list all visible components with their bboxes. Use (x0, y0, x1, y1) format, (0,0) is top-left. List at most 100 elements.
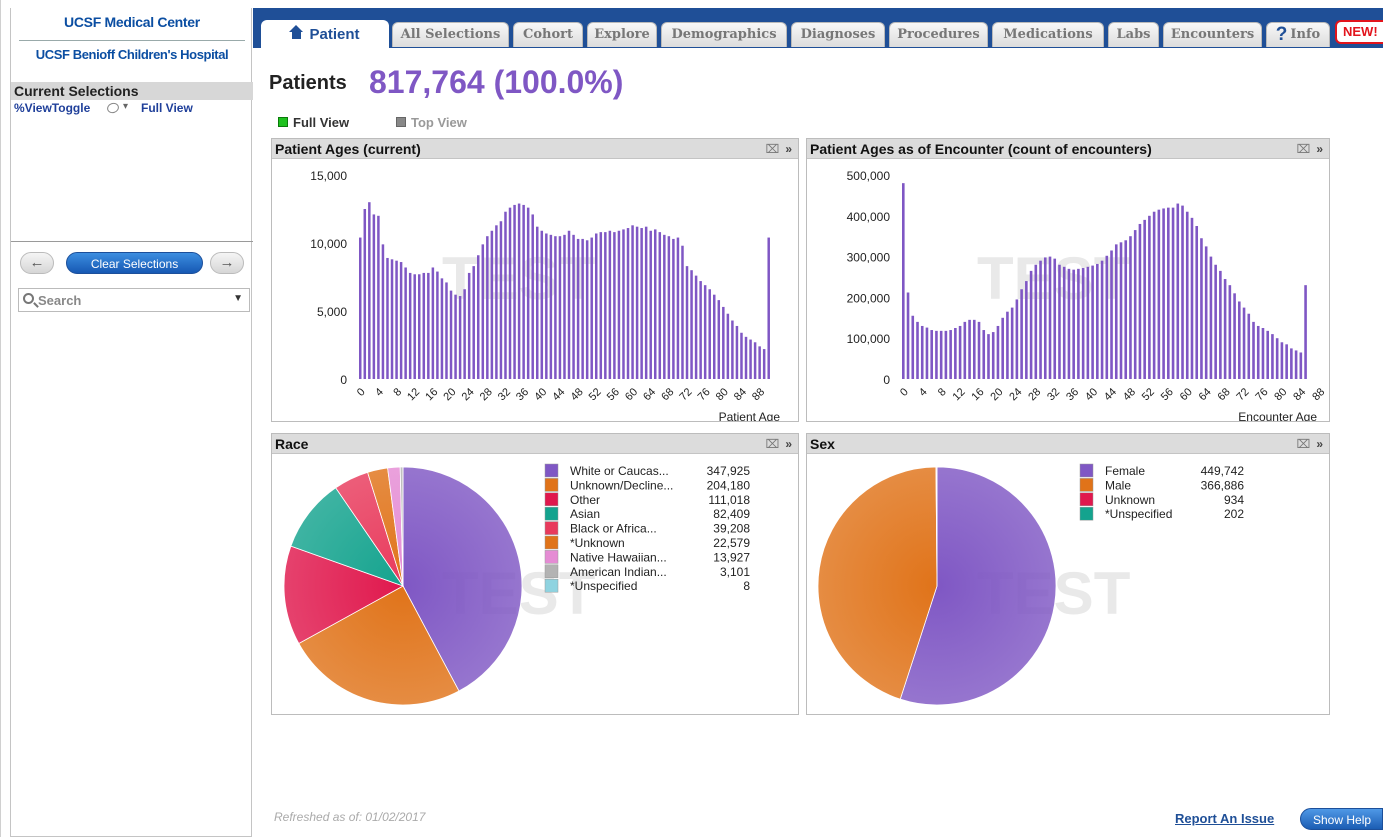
x-tick-label: 68 (1216, 386, 1233, 403)
tab-labs[interactable]: Labs (1108, 22, 1159, 47)
home-icon (289, 25, 304, 40)
full-view-toggle[interactable]: Full View (278, 115, 349, 130)
forward-button[interactable]: → (210, 252, 244, 274)
bar (1157, 209, 1161, 379)
top-view-toggle[interactable]: Top View (396, 115, 467, 130)
bar (458, 296, 462, 379)
chevron-down-icon[interactable]: ▾ (123, 101, 128, 112)
bar (436, 271, 439, 379)
legend-swatch (1079, 506, 1094, 521)
bar (1214, 264, 1217, 379)
legend-label: Asian (570, 507, 600, 521)
patient-ages-title-text: Patient Ages (current) (275, 141, 421, 157)
search-icon (23, 293, 34, 304)
legend-swatch (544, 521, 559, 535)
bar (1280, 342, 1284, 379)
bar (740, 332, 743, 379)
legend-label: *Unspecified (1105, 507, 1172, 521)
bar (372, 214, 376, 379)
new-badge[interactable]: NEW! (1335, 20, 1383, 44)
expand-icon[interactable]: » (785, 142, 792, 156)
legend-label: Unknown (1105, 493, 1155, 507)
tab-all-selections[interactable]: All Selections (392, 22, 509, 47)
expand-icon[interactable]: » (785, 437, 792, 451)
ucsf-medical-center-logo: UCSF Medical Center (64, 14, 200, 30)
encounter-ages-title: Patient Ages as of Encounter (count of e… (807, 139, 1329, 159)
report-issue-link[interactable]: Report An Issue (1175, 811, 1274, 826)
x-tick-label: 56 (605, 386, 622, 403)
tab-encounters[interactable]: Encounters (1163, 22, 1262, 47)
bar (902, 183, 905, 379)
bar (1006, 311, 1009, 379)
bar (676, 237, 680, 379)
x-tick-label: 8 (936, 386, 949, 399)
current-selections-box: %ViewToggle ▾ Full View (11, 100, 253, 242)
tab-procedures[interactable]: Procedures (889, 22, 988, 47)
bar (363, 209, 367, 379)
tab-cohort[interactable]: Cohort (513, 22, 583, 47)
legend-label: American Indian... (570, 565, 667, 579)
clear-filter-icon[interactable]: ⌧ (765, 142, 779, 156)
x-tick-label: 76 (696, 386, 713, 403)
expand-icon[interactable]: » (1316, 437, 1323, 451)
legend-swatch (544, 492, 559, 507)
legend-value: 13,927 (713, 550, 750, 564)
bar (654, 229, 657, 379)
dropdown-caret-icon[interactable]: ▼ (233, 293, 243, 304)
bar (920, 325, 924, 379)
bar (1062, 266, 1066, 379)
x-tick-label: 0 (355, 386, 368, 399)
x-axis-title: Encounter Age (1238, 410, 1317, 421)
app-window: UCSF Medical Center UCSF Benioff Childre… (0, 0, 1383, 837)
clear-filter-icon[interactable]: ⌧ (1296, 437, 1310, 451)
bar (649, 230, 652, 379)
x-tick-label: 24 (1007, 386, 1024, 403)
legend-value: 3,101 (720, 565, 750, 579)
bar (640, 228, 643, 379)
bar (499, 221, 503, 379)
eraser-icon[interactable] (105, 101, 121, 115)
bar (408, 272, 412, 379)
show-help-button[interactable]: Show Help (1300, 808, 1383, 830)
tab-info[interactable]: ? Info (1266, 22, 1330, 47)
bar (635, 226, 639, 379)
bar (699, 281, 702, 379)
expand-icon[interactable]: » (1316, 142, 1323, 156)
clear-filter-icon[interactable]: ⌧ (765, 437, 779, 451)
current-selections-header: Current Selections (11, 82, 253, 100)
bar (545, 233, 548, 379)
bar (1290, 348, 1293, 379)
tab-medications[interactable]: Medications (992, 22, 1104, 47)
x-tick-label: 88 (750, 386, 767, 403)
bar (1048, 256, 1052, 379)
bar (1043, 257, 1047, 379)
legend-value: 934 (1224, 493, 1244, 507)
full-view-selection[interactable]: Full View (141, 101, 193, 115)
bar (1025, 281, 1028, 379)
bar (663, 234, 666, 379)
sex-title: Sex ⌧» (807, 434, 1329, 454)
tab-explore[interactable]: Explore (587, 22, 657, 47)
bar (395, 260, 398, 379)
bar (1133, 230, 1137, 379)
back-button[interactable]: ← (20, 252, 54, 274)
bar (949, 330, 952, 379)
tab-diagnoses[interactable]: Diagnoses (791, 22, 885, 47)
x-tick-label: 8 (391, 386, 404, 399)
bar (1299, 352, 1303, 379)
search-input[interactable]: Search ▼ (18, 288, 250, 312)
legend-value: 347,925 (707, 464, 751, 478)
tab-patient[interactable]: Patient (261, 20, 389, 48)
clear-selections-button[interactable]: Clear Selections (66, 252, 203, 274)
bar (963, 321, 967, 379)
bar (731, 320, 734, 379)
legend-swatch (1079, 478, 1094, 492)
x-tick-label: 80 (1272, 386, 1289, 403)
y-tick-label: 300,000 (847, 251, 891, 265)
bar (381, 244, 385, 379)
clear-filter-icon[interactable]: ⌧ (1296, 142, 1310, 156)
tab-demographics[interactable]: Demographics (661, 22, 787, 47)
tab-bar: Patient All Selections Cohort Explore De… (253, 12, 1383, 48)
y-tick-label: 400,000 (847, 210, 891, 224)
bar (996, 325, 1000, 379)
